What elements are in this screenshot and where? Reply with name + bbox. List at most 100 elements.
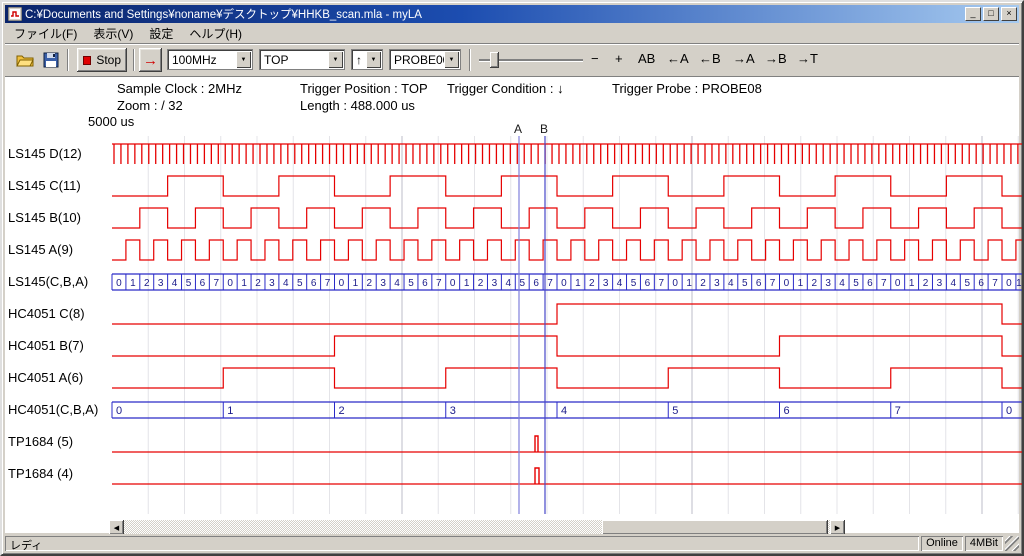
svg-text:7: 7	[214, 278, 220, 289]
svg-text:5: 5	[519, 278, 525, 289]
svg-text:6: 6	[978, 278, 984, 289]
svg-text:7: 7	[770, 278, 776, 289]
svg-text:5: 5	[631, 278, 637, 289]
svg-text:2: 2	[478, 278, 484, 289]
svg-text:4: 4	[172, 278, 178, 289]
channel-label-9: TP1684 (5)	[8, 434, 73, 449]
svg-text:3: 3	[603, 278, 609, 289]
channel-label-0: LS145 D(12)	[8, 146, 82, 161]
svg-text:4: 4	[839, 278, 845, 289]
svg-text:0: 0	[784, 278, 790, 289]
app-window: C:¥Documents and Settings¥noname¥デスクトップ¥…	[0, 0, 1024, 556]
svg-text:7: 7	[895, 405, 901, 417]
channel-label-7: HC4051 A(6)	[8, 370, 83, 385]
status-message: レディ	[5, 536, 919, 551]
svg-text:3: 3	[158, 278, 164, 289]
marker-a-label[interactable]: A	[514, 122, 522, 136]
svg-text:1: 1	[909, 278, 915, 289]
svg-text:6: 6	[784, 405, 790, 417]
svg-text:6: 6	[533, 278, 539, 289]
svg-text:4: 4	[561, 405, 567, 417]
channel-label-8: HC4051(C,B,A)	[8, 402, 98, 417]
svg-text:4: 4	[394, 278, 400, 289]
svg-text:4: 4	[617, 278, 623, 289]
svg-text:0: 0	[561, 278, 567, 289]
channel-label-10: TP1684 (4)	[8, 466, 73, 481]
trigger-condition-info: Trigger Condition : ↓	[447, 81, 564, 96]
svg-text:3: 3	[269, 278, 275, 289]
statusbar: レディ Online 4MBit	[5, 534, 1019, 551]
svg-text:4: 4	[506, 278, 512, 289]
svg-text:7: 7	[881, 278, 887, 289]
svg-text:3: 3	[450, 405, 456, 417]
svg-text:5: 5	[408, 278, 414, 289]
svg-text:0: 0	[116, 278, 122, 289]
svg-text:6: 6	[311, 278, 317, 289]
svg-text:4: 4	[283, 278, 289, 289]
svg-text:7: 7	[436, 278, 442, 289]
svg-text:5: 5	[964, 278, 970, 289]
scroll-left-icon[interactable]: ◀	[109, 520, 124, 535]
marker-b-label[interactable]: B	[540, 122, 548, 136]
time-scale-label: 5000 us	[88, 114, 134, 129]
channel-label-1: LS145 C(11)	[8, 178, 81, 193]
svg-text:5: 5	[186, 278, 192, 289]
svg-text:0: 0	[672, 278, 678, 289]
channel-label-4: LS145(C,B,A)	[8, 274, 88, 289]
svg-text:5: 5	[742, 278, 748, 289]
svg-text:6: 6	[645, 278, 651, 289]
svg-text:3: 3	[714, 278, 720, 289]
svg-text:1: 1	[575, 278, 581, 289]
svg-text:7: 7	[992, 278, 998, 289]
svg-text:0: 0	[895, 278, 901, 289]
status-memory: 4MBit	[965, 536, 1003, 551]
svg-text:5: 5	[672, 405, 678, 417]
svg-text:6: 6	[867, 278, 873, 289]
svg-text:4: 4	[951, 278, 957, 289]
svg-text:2: 2	[144, 278, 150, 289]
svg-text:1: 1	[686, 278, 692, 289]
svg-text:2: 2	[811, 278, 817, 289]
svg-text:1: 1	[130, 278, 136, 289]
svg-text:1: 1	[227, 405, 233, 417]
svg-text:3: 3	[937, 278, 943, 289]
svg-text:0: 0	[450, 278, 456, 289]
zoom-info: Zoom : / 32	[117, 98, 183, 113]
svg-text:1: 1	[798, 278, 804, 289]
svg-text:0: 0	[116, 405, 122, 417]
trigger-probe-info: Trigger Probe : PROBE08	[612, 81, 762, 96]
length-info: Length : 488.000 us	[300, 98, 415, 113]
svg-text:3: 3	[380, 278, 386, 289]
svg-text:2: 2	[366, 278, 372, 289]
trigger-position-info: Trigger Position : TOP	[300, 81, 428, 96]
svg-text:1: 1	[353, 278, 359, 289]
svg-text:0: 0	[339, 278, 345, 289]
sample-clock-info: Sample Clock : 2MHz	[117, 81, 242, 96]
svg-text:3: 3	[492, 278, 498, 289]
svg-text:6: 6	[200, 278, 206, 289]
svg-text:6: 6	[422, 278, 428, 289]
status-online: Online	[921, 536, 963, 551]
svg-text:7: 7	[659, 278, 665, 289]
svg-text:0: 0	[227, 278, 233, 289]
channel-label-3: LS145 A(9)	[8, 242, 73, 257]
svg-text:2: 2	[700, 278, 706, 289]
svg-text:2: 2	[923, 278, 929, 289]
svg-text:5: 5	[297, 278, 303, 289]
svg-text:1: 1	[1016, 278, 1022, 289]
scroll-right-icon[interactable]: ▶	[830, 520, 845, 535]
horizontal-scrollbar[interactable]: ◀ ▶	[109, 520, 845, 535]
channel-label-5: HC4051 C(8)	[8, 306, 85, 321]
svg-text:7: 7	[325, 278, 331, 289]
svg-text:0: 0	[1006, 405, 1012, 417]
scrollbar-thumb[interactable]	[602, 520, 828, 535]
svg-text:0: 0	[1006, 278, 1012, 289]
resize-grip[interactable]	[1005, 536, 1019, 551]
svg-text:2: 2	[339, 405, 345, 417]
channel-label-2: LS145 B(10)	[8, 210, 81, 225]
svg-text:2: 2	[255, 278, 261, 289]
channel-label-6: HC4051 B(7)	[8, 338, 84, 353]
svg-text:3: 3	[825, 278, 831, 289]
svg-text:2: 2	[589, 278, 595, 289]
svg-text:1: 1	[241, 278, 247, 289]
